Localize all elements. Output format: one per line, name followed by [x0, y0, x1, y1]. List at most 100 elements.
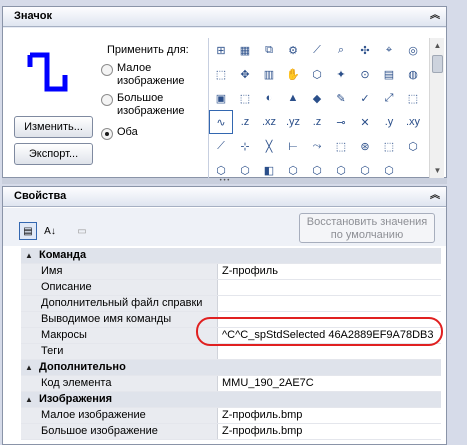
icon-cell[interactable]: ⬡: [233, 158, 257, 178]
icon-cell[interactable]: ⬡: [353, 158, 377, 178]
icon-cell[interactable]: ✋: [281, 62, 305, 86]
collapse-category-icon[interactable]: ▲: [21, 392, 37, 407]
collapse-icon[interactable]: ︽: [428, 10, 442, 24]
icon-cell[interactable]: ╳: [257, 134, 281, 158]
property-row[interactable]: Дополнительный файл справки: [21, 296, 441, 312]
scroll-up-icon[interactable]: ▲: [430, 38, 445, 53]
icon-panel-header[interactable]: Значок ︽: [3, 7, 446, 27]
icon-cell[interactable]: ⊢: [281, 134, 305, 158]
icon-cell[interactable]: ⊙: [353, 62, 377, 86]
icon-cell[interactable]: .yz: [281, 110, 305, 134]
icon-cell[interactable]: ⬡: [281, 158, 305, 178]
icon-cell[interactable]: ⊸: [329, 110, 353, 134]
property-value[interactable]: Z-профиль: [218, 264, 441, 279]
icon-cell[interactable]: ⤢: [377, 86, 401, 110]
icon-cell[interactable]: ⟋: [209, 134, 233, 158]
property-row[interactable]: Большое изображение Z-профиль.bmp: [21, 424, 441, 440]
property-row[interactable]: Описание: [21, 280, 441, 296]
icon-cell[interactable]: ⬡: [209, 158, 233, 178]
category-row[interactable]: ▲ Изображения: [21, 392, 441, 408]
icon-cell[interactable]: ⤳: [305, 134, 329, 158]
icon-cell[interactable]: ▤: [377, 62, 401, 86]
icon-cell[interactable]: ⬡: [401, 134, 425, 158]
property-value[interactable]: [218, 296, 441, 311]
radio-both[interactable]: Оба: [101, 126, 138, 140]
icon-grid-scrollbar[interactable]: ▲ ▼: [429, 38, 444, 178]
export-button[interactable]: Экспорт...: [14, 143, 93, 165]
icon-cell[interactable]: .xy: [401, 110, 425, 134]
icon-cell[interactable]: ⌕: [329, 38, 353, 62]
icon-cell[interactable]: ⌖: [377, 38, 401, 62]
icon-cell[interactable]: ⧉: [257, 38, 281, 62]
row-gutter: [21, 296, 37, 311]
icon-cell[interactable]: ∿: [209, 110, 233, 134]
property-value[interactable]: [218, 280, 441, 295]
property-row[interactable]: Теги: [21, 344, 441, 360]
icon-cell[interactable]: ⬚: [233, 86, 257, 110]
icon-cell[interactable]: ✣: [353, 38, 377, 62]
radio-small-image-indicator[interactable]: [101, 64, 113, 76]
edit-button[interactable]: Изменить...: [14, 116, 93, 138]
icon-cell[interactable]: ⚙: [281, 38, 305, 62]
icon-cell[interactable]: ✎: [329, 86, 353, 110]
properties-panel-title: Свойства: [14, 190, 67, 202]
icon-cell[interactable]: ✕: [353, 110, 377, 134]
icon-cell[interactable]: ⬡: [329, 158, 353, 178]
property-row[interactable]: Код элемента MMU_190_2AE7C: [21, 376, 441, 392]
icon-cell[interactable]: ⬡: [305, 62, 329, 86]
icon-cell[interactable]: .y: [377, 110, 401, 134]
property-row[interactable]: Малое изображение Z-профиль.bmp: [21, 408, 441, 424]
icon-cell[interactable]: ⬡: [305, 158, 329, 178]
icon-cell[interactable]: ⬡: [377, 158, 401, 178]
icon-cell[interactable]: ✥: [233, 62, 257, 86]
sort-alphabetical-icon[interactable]: A↓: [41, 222, 59, 240]
property-name: Малое изображение: [37, 408, 218, 423]
collapse-icon[interactable]: ︽: [428, 190, 442, 204]
categorized-view-icon[interactable]: ▤: [19, 222, 37, 240]
collapse-category-icon[interactable]: ▲: [21, 248, 37, 263]
icon-cell[interactable]: ⬚: [401, 86, 425, 110]
radio-large-image-indicator[interactable]: [101, 94, 113, 106]
icon-cell[interactable]: ◍: [401, 62, 425, 86]
panel-splitter[interactable]: • • •: [2, 178, 447, 184]
icon-cell[interactable]: .z: [305, 110, 329, 134]
icon-cell[interactable]: ⬚: [377, 134, 401, 158]
icon-cell[interactable]: ⟋: [305, 38, 329, 62]
restore-defaults-button[interactable]: Восстановить значения по умолчанию: [299, 213, 435, 243]
icon-cell[interactable]: ⊛: [353, 134, 377, 158]
icon-cell[interactable]: ▲: [281, 86, 305, 110]
property-value[interactable]: Z-профиль.bmp: [218, 424, 441, 439]
icon-cell[interactable]: ▣: [209, 86, 233, 110]
icon-cell[interactable]: ⬚: [329, 134, 353, 158]
icon-cell[interactable]: ◐: [257, 86, 281, 110]
radio-small-image[interactable]: Малое изображение: [101, 62, 185, 88]
properties-panel-header[interactable]: Свойства ︽: [3, 187, 446, 207]
scroll-down-icon[interactable]: ▼: [430, 163, 445, 178]
collapse-category-icon[interactable]: ▲: [21, 360, 37, 375]
category-row[interactable]: ▲ Команда: [21, 248, 441, 264]
icon-cell[interactable]: ◎: [401, 38, 425, 62]
property-row[interactable]: Имя Z-профиль: [21, 264, 441, 280]
radio-large-image[interactable]: Большое изображение: [101, 92, 185, 118]
property-pages-icon[interactable]: ▭: [73, 222, 91, 240]
icon-panel-body: Применить для: Малое изображение Большое и…: [3, 28, 446, 178]
radio-both-indicator[interactable]: [101, 128, 113, 140]
icon-cell[interactable]: ▦: [233, 38, 257, 62]
category-row[interactable]: ▲ Дополнительно: [21, 360, 441, 376]
property-value[interactable]: Z-профиль.bmp: [218, 408, 441, 423]
icon-cell[interactable]: ⊞: [209, 38, 233, 62]
icon-cell[interactable]: ⬚: [209, 62, 233, 86]
icon-cell[interactable]: ▥: [257, 62, 281, 86]
icon-cell[interactable]: ✓: [353, 86, 377, 110]
icon-grid: ⊞ ▦ ⧉ ⚙ ⟋ ⌕ ✣ ⌖ ◎ ⬚ ✥ ▥ ✋ ⬡ ✦ ⊙ ▤ ◍ ▣ ⬚ ◐ ▲ ◆ ✎ ✓ ⤢ ⬚ ∿ .z .xz .yz .z ⊸ ✕…: [208, 38, 426, 178]
icon-cell[interactable]: .z: [233, 110, 257, 134]
scroll-thumb[interactable]: [432, 55, 443, 73]
radio-large-image-label: Большое изображение: [117, 92, 185, 117]
icon-cell[interactable]: .xz: [257, 110, 281, 134]
icon-cell[interactable]: ◆: [305, 86, 329, 110]
icon-cell[interactable]: ✦: [329, 62, 353, 86]
icon-cell[interactable]: ⊹: [233, 134, 257, 158]
property-value[interactable]: [218, 344, 441, 359]
property-value[interactable]: MMU_190_2AE7C: [218, 376, 441, 391]
icon-cell[interactable]: ◧: [257, 158, 281, 178]
